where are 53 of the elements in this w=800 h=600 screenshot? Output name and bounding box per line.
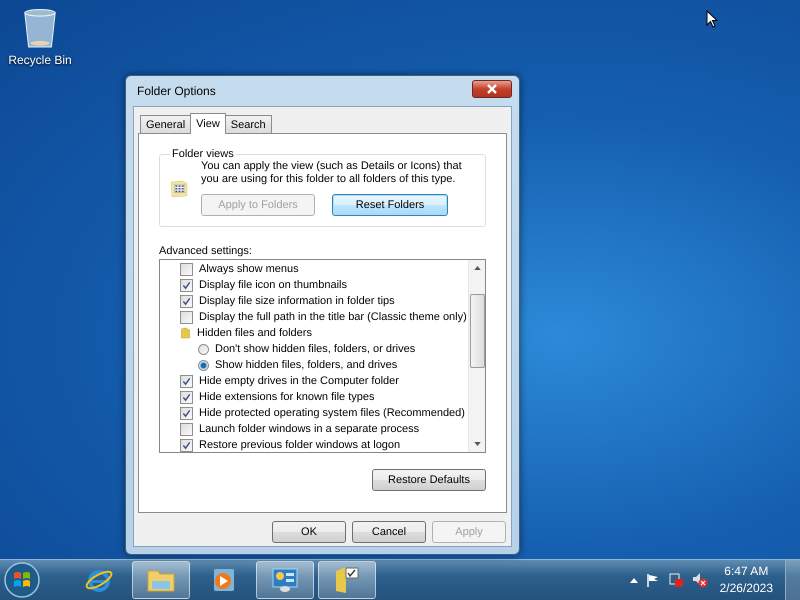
mouse-pointer-icon (706, 10, 718, 28)
close-button[interactable] (472, 80, 512, 98)
checkbox[interactable] (180, 374, 193, 388)
scroll-down-icon[interactable] (474, 442, 480, 446)
checkbox[interactable] (180, 262, 193, 276)
desktop-icon-label[interactable]: Recycle Bin (8, 53, 72, 67)
scrollbar-thumb[interactable] (470, 294, 484, 368)
setting-label[interactable]: Display the full path in the title bar (Classic theme only) (199, 309, 467, 325)
folder-icon (180, 327, 191, 339)
group-title: Folder views (171, 148, 235, 160)
setting-label[interactable]: Don't show hidden files, folders, or drives (215, 341, 416, 357)
tab[interactable]: Search (224, 115, 272, 133)
setting-label[interactable]: Restore previous folder windows at logon (199, 437, 400, 453)
radio-button[interactable] (198, 344, 209, 354)
clock-time[interactable]: 6:47 AM (724, 563, 768, 580)
scroll-up-icon[interactable] (474, 266, 480, 270)
network-error-icon[interactable] (668, 572, 684, 588)
taskbar-button[interactable] (132, 561, 190, 599)
restore-defaults-button[interactable]: Restore Defaults (372, 469, 486, 491)
checkbox[interactable] (180, 278, 193, 292)
clock-date[interactable]: 2/26/2023 (720, 580, 773, 597)
setting-label[interactable]: Show hidden files, folders, and drives (215, 357, 398, 373)
flag-icon[interactable] (646, 573, 660, 587)
setting-label[interactable]: Hide empty drives in the Computer folder (199, 373, 399, 389)
folder-view-button[interactable]: Reset Folders (332, 194, 448, 216)
taskbar-button[interactable] (318, 561, 376, 599)
setting-label[interactable]: Always show menus (199, 261, 299, 277)
dialog-button[interactable]: Cancel (352, 521, 426, 543)
setting-label[interactable]: Display file size information in folder tips (199, 293, 395, 309)
group-label: Hidden files and folders (197, 326, 312, 341)
setting-label[interactable]: Hide extensions for known file types (199, 389, 374, 405)
tab[interactable]: View (190, 113, 226, 134)
speaker-muted-icon[interactable] (692, 572, 708, 588)
window-title: Folder Options (137, 84, 216, 98)
close-icon[interactable] (487, 84, 497, 94)
taskbar-button[interactable] (256, 561, 314, 599)
start-button[interactable] (2, 560, 42, 600)
radio-button[interactable] (198, 360, 209, 370)
checkbox[interactable] (180, 294, 193, 308)
scrollbar[interactable] (468, 260, 485, 452)
checkbox[interactable] (180, 390, 193, 404)
checkbox[interactable] (180, 310, 193, 324)
show-hidden-icons-icon[interactable] (630, 578, 638, 582)
setting-label[interactable]: Launch folder windows in a separate process (199, 421, 420, 437)
description-text: You can apply the view (such as Details or Icons) that you are using for this folder to all folders of this type. (201, 160, 463, 186)
checkbox[interactable] (180, 406, 193, 420)
setting-label[interactable]: Display file icon on thumbnails (199, 277, 347, 293)
section-label: Advanced settings: (159, 245, 253, 257)
checkbox[interactable] (180, 422, 193, 436)
dialog-button[interactable]: OK (272, 521, 346, 543)
tab[interactable]: General (140, 115, 192, 133)
checkbox[interactable] (180, 438, 193, 452)
setting-label[interactable]: Hide protected operating system files (Recommended) (199, 405, 465, 421)
